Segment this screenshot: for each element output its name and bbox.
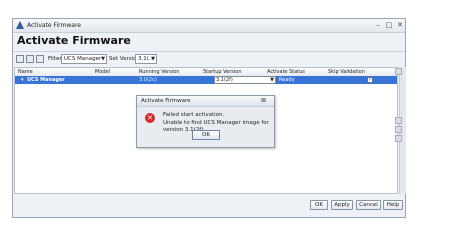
button-bar: OK Apply Cancel Help: [13, 197, 405, 217]
dialog-title: Activate Firmware: [141, 98, 191, 104]
cancel-button[interactable]: Cancel: [356, 200, 381, 210]
apply-button[interactable]: Apply: [331, 200, 353, 210]
startup-version-value: 3.1(2f): [216, 77, 233, 83]
chevron-down-icon: ▼: [151, 56, 155, 62]
set-version-select[interactable]: 3.1(... ▼: [135, 54, 157, 64]
table-settings-icon[interactable]: [395, 68, 402, 75]
print-icon[interactable]: [36, 55, 44, 63]
error-icon: ✕: [145, 113, 155, 123]
close-icon[interactable]: ✕: [395, 20, 405, 30]
divider: [13, 51, 405, 52]
window-titlebar: Activate Firmware – □ ✕: [13, 19, 405, 33]
ok-button[interactable]: OK: [310, 200, 328, 210]
column-header-running-version[interactable]: Running Version: [139, 68, 179, 76]
chevron-down-icon: ▼: [270, 77, 274, 83]
window-title: Activate Firmware: [27, 22, 81, 29]
column-header-name[interactable]: Name: [18, 68, 33, 76]
error-dialog: Activate Firmware ⊠ ✕ Failed start activ…: [136, 95, 275, 148]
row-running-version: 3.0(2c): [139, 77, 157, 83]
page-title: Activate Firmware: [17, 34, 131, 47]
toolbar: Filter: UCS Manager ▼ Set Version: 3.1(.…: [13, 53, 405, 66]
scroll-up-icon[interactable]: [395, 117, 402, 124]
app-icon: [16, 21, 24, 29]
column-header-model[interactable]: Model: [95, 68, 110, 76]
filter-icon[interactable]: [16, 55, 24, 63]
chevron-down-icon: ▼: [101, 56, 105, 62]
filter-select[interactable]: UCS Manager ▼: [61, 54, 107, 64]
help-button[interactable]: Help: [383, 200, 403, 210]
dialog-titlebar: Activate Firmware ⊠: [137, 96, 274, 107]
copy-icon[interactable]: [395, 135, 402, 142]
export-icon[interactable]: [26, 55, 34, 63]
close-icon[interactable]: ⊠: [261, 96, 266, 106]
dialog-ok-button[interactable]: OK: [192, 130, 220, 140]
column-header-skip-validation[interactable]: Skip Validation: [328, 68, 365, 76]
skip-validation-checkbox[interactable]: ✓: [367, 77, 373, 83]
filter-select-value: UCS Manager: [64, 56, 102, 62]
column-header-startup-version[interactable]: Startup Version: [203, 68, 242, 76]
maximize-icon[interactable]: □: [384, 20, 394, 30]
row-activate-status: Ready: [279, 77, 295, 83]
row-name: UCS Manager: [27, 77, 65, 83]
column-header-activate-status[interactable]: Activate Status: [267, 68, 305, 76]
expand-icon[interactable]: ▾: [21, 76, 24, 84]
scroll-icon[interactable]: [395, 126, 402, 133]
minimize-icon[interactable]: –: [373, 20, 383, 30]
error-message-line1: Failed start activation.: [163, 112, 225, 118]
table-row[interactable]: ▾ UCS Manager 3.0(2c) 3.1(2f) ▼ Ready ✓: [15, 76, 397, 84]
startup-version-select[interactable]: 3.1(2f) ▼: [214, 76, 276, 84]
